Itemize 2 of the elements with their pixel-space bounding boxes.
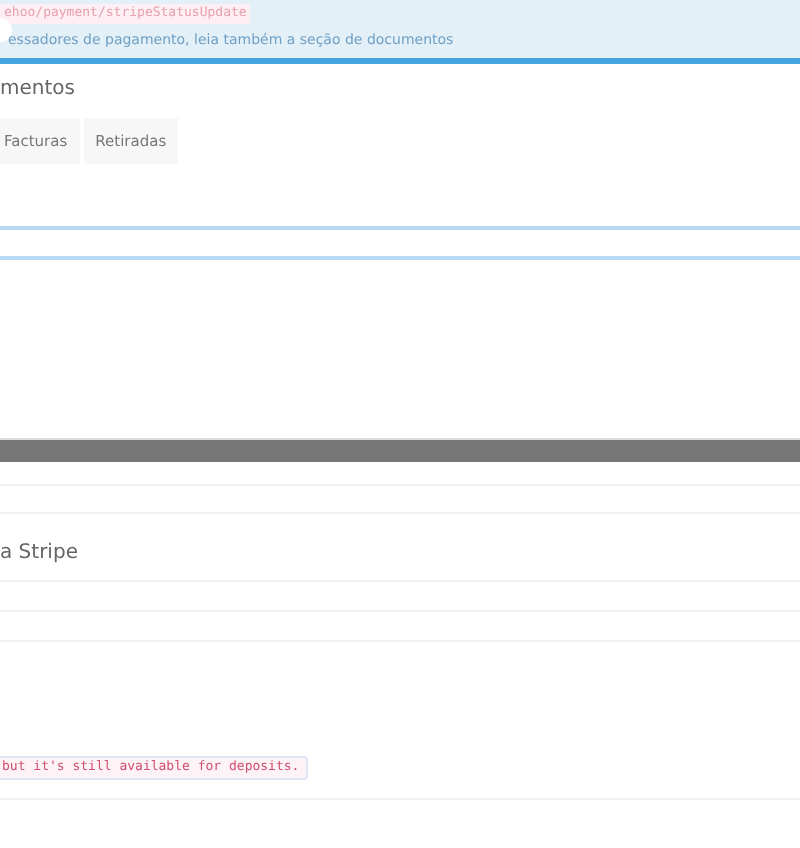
stripe-label: a Stripe — [0, 540, 80, 569]
section-title: mentos — [0, 76, 77, 104]
